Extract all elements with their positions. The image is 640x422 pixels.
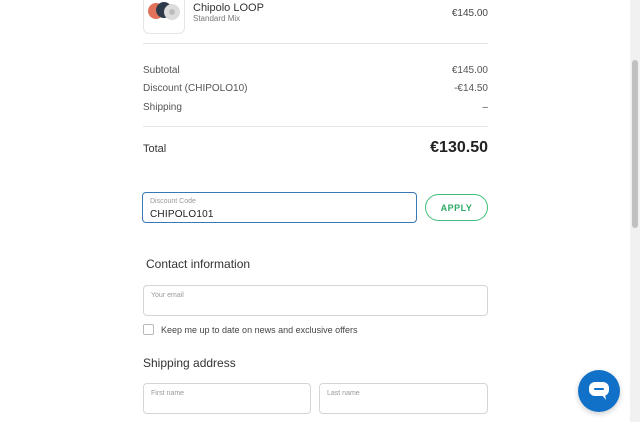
discount-code-value: CHIPOLO101 bbox=[150, 209, 214, 220]
discount-label: Discount (CHIPOLO10) bbox=[143, 83, 248, 94]
newsletter-checkbox[interactable] bbox=[143, 324, 154, 335]
email-placeholder: Your email bbox=[151, 292, 184, 299]
subtotal-label: Subtotal bbox=[143, 65, 180, 76]
apply-button[interactable]: APPLY bbox=[425, 194, 488, 221]
chat-bubble-icon bbox=[589, 382, 609, 400]
shipping-value: – bbox=[482, 102, 488, 113]
discount-value: -€14.50 bbox=[454, 83, 488, 94]
last-name-field[interactable]: Last name bbox=[319, 383, 488, 414]
total-label: Total bbox=[143, 143, 167, 155]
product-price: €145.00 bbox=[451, 8, 488, 19]
subtotal-value: €145.00 bbox=[451, 65, 488, 76]
discount-code-input[interactable]: Discount Code CHIPOLO101 bbox=[142, 192, 417, 223]
divider bbox=[143, 126, 488, 127]
divider bbox=[143, 43, 488, 44]
chat-button[interactable] bbox=[578, 370, 620, 412]
product-image bbox=[143, 0, 185, 34]
contact-section-title: Contact information bbox=[146, 257, 251, 271]
shipping-label: Shipping bbox=[143, 102, 182, 113]
scrollbar-thumb[interactable] bbox=[632, 60, 638, 228]
shipping-section-title: Shipping address bbox=[143, 356, 236, 370]
first-name-field[interactable]: First name bbox=[143, 383, 311, 414]
product-name: Chipolo LOOP bbox=[193, 2, 264, 14]
last-name-placeholder: Last name bbox=[327, 390, 360, 397]
product-variant: Standard Mix bbox=[193, 14, 241, 23]
total-value: €130.50 bbox=[430, 139, 488, 156]
email-field[interactable]: Your email bbox=[143, 285, 488, 316]
first-name-placeholder: First name bbox=[151, 390, 185, 397]
discount-code-label: Discount Code bbox=[150, 198, 196, 205]
newsletter-label: Keep me up to date on news and exclusive… bbox=[161, 325, 358, 335]
scrollbar[interactable] bbox=[630, 0, 640, 422]
chipolo-loop-trackers-image bbox=[148, 2, 180, 20]
